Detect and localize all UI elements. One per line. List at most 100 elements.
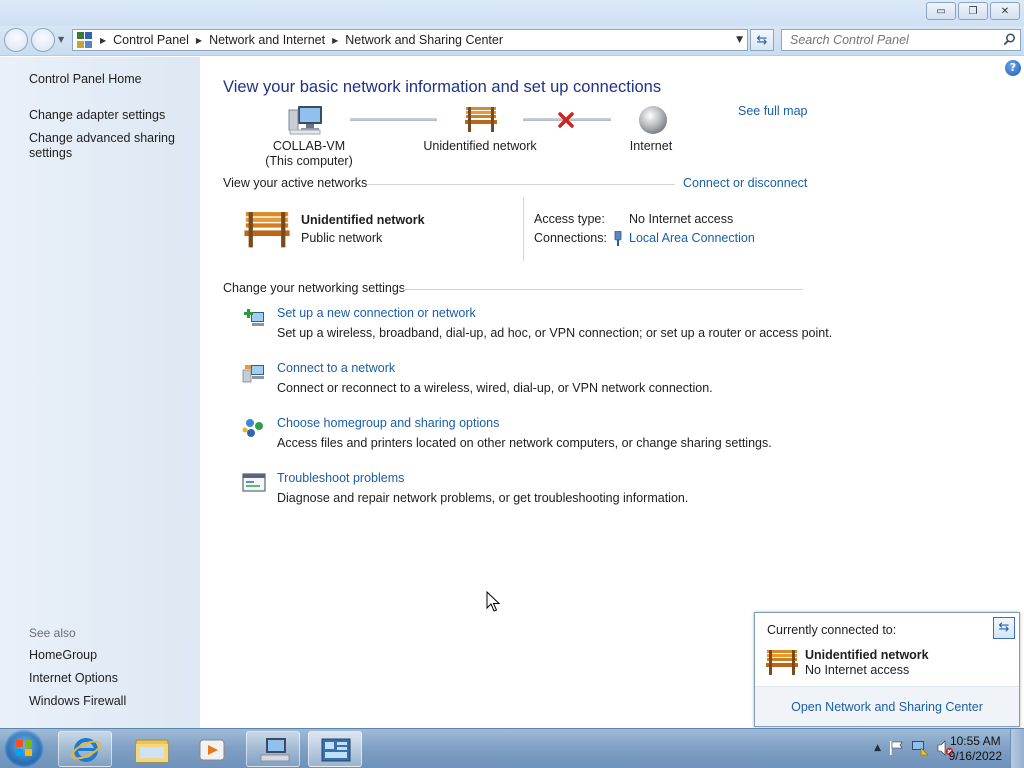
- no-connection-x-icon: [558, 112, 574, 128]
- network-flyout: Currently connected to: ⇆ Unidentified n…: [754, 612, 1020, 727]
- new-connection-icon: [244, 309, 264, 326]
- map-connector-line: [350, 118, 437, 121]
- setup-connection-description: Set up a wireless, broadband, dial-up, a…: [277, 326, 833, 340]
- globe-icon: [639, 106, 667, 134]
- flyout-footer: Open Network and Sharing Center: [755, 686, 1019, 726]
- troubleshoot-description: Diagnose and repair network problems, or…: [277, 491, 689, 505]
- section-divider: [403, 289, 803, 290]
- folder-icon: [135, 739, 169, 763]
- access-type-value: No Internet access: [629, 212, 734, 226]
- minimize-button[interactable]: ▭: [926, 2, 956, 20]
- crumb-arrow-icon[interactable]: ▶: [100, 36, 106, 45]
- back-button[interactable]: [4, 28, 28, 52]
- flyout-heading: Currently connected to:: [767, 623, 897, 637]
- computer-icon: [288, 106, 322, 135]
- local-area-connection-link[interactable]: Local Area Connection: [629, 231, 755, 245]
- forward-button[interactable]: [31, 28, 55, 52]
- network-status-icon[interactable]: [911, 740, 929, 756]
- taskbar-windows-explorer[interactable]: [124, 731, 178, 767]
- action-center-flag-icon[interactable]: [888, 740, 904, 756]
- system-tray: ▲: [874, 740, 954, 756]
- network-category-link[interactable]: Public network: [301, 231, 382, 245]
- open-network-sharing-center-link[interactable]: Open Network and Sharing Center: [755, 700, 1019, 714]
- search-icon[interactable]: [1003, 33, 1016, 46]
- map-network-label: Unidentified network: [423, 139, 537, 153]
- show-hidden-icons-icon[interactable]: ▲: [874, 743, 881, 753]
- taskbar-control-panel[interactable]: [308, 731, 362, 767]
- map-computer-label: COLLAB-VM (This computer): [260, 139, 358, 169]
- flyout-network-name: Unidentified network: [805, 648, 929, 662]
- breadcrumb-network-sharing-center[interactable]: Network and Sharing Center: [345, 33, 503, 47]
- taskbar-clock[interactable]: 10:55 AM 9/16/2022: [949, 734, 1002, 764]
- connect-network-icon: [242, 365, 264, 383]
- help-icon[interactable]: ?: [1005, 60, 1021, 76]
- sidebar-item-homegroup[interactable]: HomeGroup: [29, 648, 97, 663]
- connections-label: Connections:: [534, 231, 607, 245]
- bench-icon: [766, 650, 798, 675]
- setup-connection-link[interactable]: Set up a new connection or network: [277, 306, 476, 320]
- sidebar: Control Panel Home Change adapter settin…: [0, 57, 200, 728]
- clock-time: 10:55 AM: [949, 734, 1001, 748]
- see-full-map-link[interactable]: See full map: [738, 104, 807, 118]
- vertical-divider: [523, 197, 524, 261]
- map-internet-label: Internet: [629, 139, 673, 153]
- mouse-cursor-icon: [486, 591, 500, 612]
- computer-name: COLLAB-VM: [272, 139, 346, 153]
- address-bar[interactable]: ▶ Control Panel ▶ Network and Internet ▶…: [72, 29, 748, 51]
- control-panel-icon: [321, 738, 351, 762]
- flyout-network-status: No Internet access: [805, 663, 910, 677]
- search-box[interactable]: [781, 29, 1021, 51]
- homegroup-sharing-description: Access files and printers located on oth…: [277, 436, 772, 450]
- sidebar-item-change-adapter-settings[interactable]: Change adapter settings: [29, 108, 165, 123]
- crumb-arrow-icon[interactable]: ▶: [332, 36, 338, 45]
- network-connections-icon: [260, 738, 290, 762]
- internet-explorer-icon: [71, 738, 101, 762]
- address-dropdown-icon[interactable]: ▼: [736, 35, 743, 45]
- ethernet-icon: [614, 231, 622, 246]
- crumb-arrow-icon[interactable]: ▶: [196, 36, 202, 45]
- refresh-icon: ⇆: [756, 32, 768, 48]
- troubleshoot-icon: [242, 473, 266, 492]
- navigation-bar: ▼ ▶ Control Panel ▶ Network and Internet…: [0, 26, 1024, 56]
- breadcrumb-control-panel[interactable]: Control Panel: [113, 33, 189, 47]
- bench-icon[interactable]: [464, 105, 498, 133]
- networking-settings-heading: Change your networking settings: [223, 281, 406, 295]
- taskbar-internet-explorer[interactable]: [58, 731, 112, 767]
- refresh-button[interactable]: ⇆: [750, 29, 774, 51]
- connect-to-network-link[interactable]: Connect to a network: [277, 361, 395, 375]
- connect-to-network-description: Connect or reconnect to a wireless, wire…: [277, 381, 713, 395]
- homegroup-sharing-link[interactable]: Choose homegroup and sharing options: [277, 416, 499, 430]
- section-divider: [367, 184, 675, 185]
- control-panel-icon: [77, 32, 93, 48]
- refresh-icon: ⇆: [998, 620, 1010, 635]
- start-button[interactable]: [4, 730, 44, 768]
- access-type-label: Access type:: [534, 212, 605, 226]
- clock-date: 9/16/2022: [948, 749, 1002, 763]
- computer-subtitle: (This computer): [265, 154, 353, 168]
- sidebar-item-internet-options[interactable]: Internet Options: [29, 671, 118, 686]
- breadcrumb-network-internet[interactable]: Network and Internet: [209, 33, 325, 47]
- window-controls: ▭ ❐ ✕: [926, 2, 1020, 20]
- page-title: View your basic network information and …: [223, 78, 662, 96]
- sidebar-item-control-panel-home[interactable]: Control Panel Home: [29, 72, 142, 87]
- bench-icon[interactable]: [243, 209, 291, 249]
- recent-pages-dropdown[interactable]: ▼: [58, 35, 64, 44]
- flyout-refresh-button[interactable]: ⇆: [993, 617, 1015, 639]
- windows-logo-icon: [16, 740, 32, 756]
- troubleshoot-link[interactable]: Troubleshoot problems: [277, 471, 404, 485]
- window-title-bar: ▭ ❐ ✕: [0, 0, 1024, 26]
- see-also-heading: See also: [29, 626, 76, 640]
- active-network-name: Unidentified network: [301, 213, 425, 227]
- minimize-icon: ▭: [936, 5, 946, 17]
- homegroup-icon: [242, 419, 263, 437]
- close-button[interactable]: ✕: [990, 2, 1020, 20]
- taskbar-network-connections[interactable]: [246, 731, 300, 767]
- sidebar-item-change-advanced-sharing[interactable]: Change advanced sharing settings: [29, 131, 189, 161]
- sidebar-item-windows-firewall[interactable]: Windows Firewall: [29, 694, 126, 709]
- connect-or-disconnect-link[interactable]: Connect or disconnect: [683, 176, 807, 190]
- restore-icon: ❐: [968, 5, 978, 17]
- restore-button[interactable]: ❐: [958, 2, 988, 20]
- show-desktop-button[interactable]: [1010, 729, 1024, 768]
- taskbar-media-player[interactable]: [184, 731, 238, 767]
- search-input[interactable]: [782, 30, 992, 50]
